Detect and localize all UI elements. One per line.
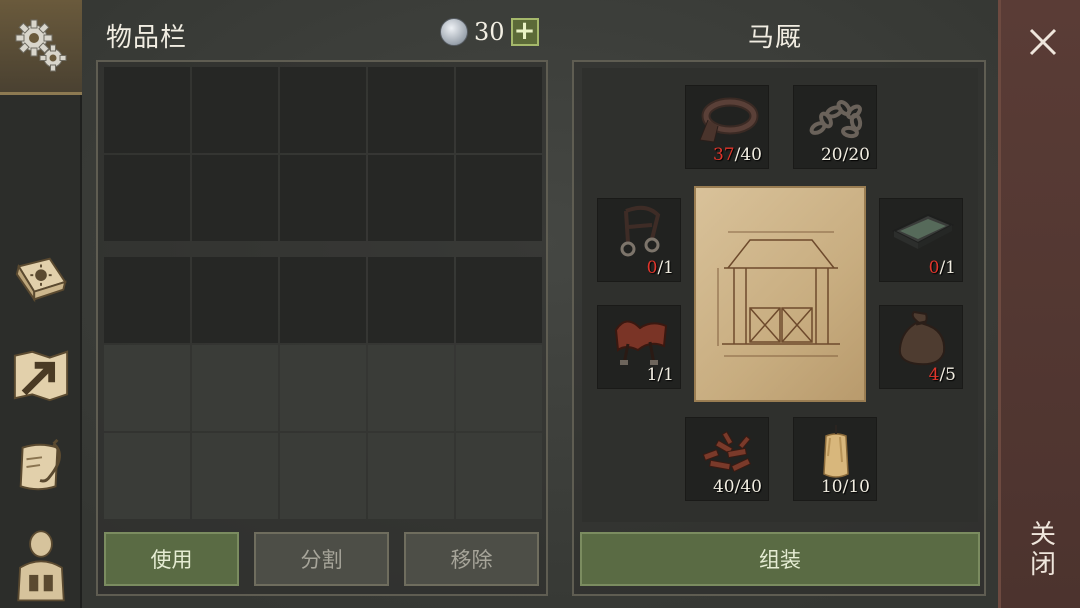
scrap-pile-icon (702, 431, 752, 473)
sidebar-item-map[interactable] (0, 340, 82, 410)
bridle-icon (620, 205, 661, 257)
inventory-slot-locked (104, 433, 190, 519)
ingredient-count: 0/1 (928, 258, 956, 278)
ingredient-slot-candle[interactable]: 10/10 (793, 417, 877, 501)
journal-book-icon (11, 250, 71, 310)
ingredient-slot-saddle[interactable]: 1/1 (597, 305, 681, 389)
currency-value: 30 (474, 18, 505, 46)
inventory-slot[interactable] (280, 257, 366, 343)
close-label: 关闭 (1029, 520, 1056, 580)
silver-coin-icon (440, 18, 468, 46)
inventory-slot-locked (280, 345, 366, 431)
inventory-slot[interactable] (192, 257, 278, 343)
stable-blueprint-drawing (717, 231, 840, 357)
inventory-slot[interactable] (104, 67, 190, 153)
inventory-slot[interactable] (368, 67, 454, 153)
settings-gears-icon (11, 16, 71, 76)
ingredient-count: 1/1 (646, 365, 674, 385)
leather-strap-icon (699, 97, 759, 143)
add-currency-button[interactable]: + (510, 18, 539, 46)
ingredient-count: 20/20 (820, 145, 870, 165)
inventory-slot-locked (192, 433, 278, 519)
sidebar-item-quests[interactable] (0, 432, 82, 502)
inventory-grid-backpack (104, 257, 542, 519)
ingredient-count: 4/5 (928, 365, 956, 385)
trough-icon (891, 213, 955, 249)
sidebar (0, 0, 82, 608)
stable-blueprint-image (694, 186, 866, 402)
inventory-slot-locked (456, 433, 542, 519)
quest-scroll-icon (11, 437, 71, 497)
sidebar-item-settings[interactable] (0, 0, 82, 95)
ingredient-count: 10/10 (820, 477, 870, 497)
ingredient-count: 40/40 (712, 477, 762, 497)
split-button[interactable]: 分割 (254, 532, 389, 586)
ingredient-slot-scrap[interactable]: 40/40 (685, 417, 769, 501)
sack-icon (898, 310, 946, 366)
sidebar-item-journal[interactable] (0, 245, 82, 315)
inventory-grid-primary (104, 67, 542, 241)
use-button[interactable]: 使用 (104, 532, 239, 586)
character-backpack-icon (11, 530, 71, 602)
ingredient-slot-sack[interactable]: 4/5 (879, 305, 963, 389)
remove-button[interactable]: 移除 (404, 532, 539, 586)
inventory-slot[interactable] (192, 155, 278, 241)
inventory-slot[interactable] (104, 155, 190, 241)
inventory-slot[interactable] (280, 155, 366, 241)
sidebar-item-character[interactable] (0, 520, 82, 608)
inventory-slot-locked (368, 345, 454, 431)
close-icon[interactable] (1023, 22, 1063, 62)
ingredient-count: 37/40 (712, 145, 762, 165)
crafting-title: 马厩 (748, 23, 803, 53)
inventory-slot[interactable] (456, 257, 542, 343)
inventory-slot-locked (280, 433, 366, 519)
inventory-slot[interactable] (456, 155, 542, 241)
assemble-button[interactable]: 组装 (580, 532, 980, 586)
saddle-icon (614, 320, 668, 365)
ingredient-slot-leather-strap[interactable]: 37/40 (685, 85, 769, 169)
inventory-slot-locked (104, 345, 190, 431)
ingredient-slot-trough[interactable]: 0/1 (879, 198, 963, 282)
close-panel[interactable]: 关闭 (998, 0, 1080, 608)
currency-display: 30 + (440, 18, 539, 46)
inventory-slot[interactable] (456, 67, 542, 153)
inventory-slot-locked (368, 433, 454, 519)
inventory-slot[interactable] (368, 257, 454, 343)
inventory-slot[interactable] (104, 257, 190, 343)
chain-icon (809, 100, 863, 139)
ingredient-slot-chain[interactable]: 20/20 (793, 85, 877, 169)
map-arrow-icon (11, 345, 71, 405)
inventory-slot-locked (192, 345, 278, 431)
candle-icon (823, 425, 849, 478)
inventory-slot[interactable] (280, 67, 366, 153)
inventory-title: 物品栏 (106, 23, 188, 53)
inventory-slot[interactable] (192, 67, 278, 153)
inventory-slot[interactable] (368, 155, 454, 241)
ingredient-slot-bridle[interactable]: 0/1 (597, 198, 681, 282)
inventory-slot-locked (456, 345, 542, 431)
ingredient-count: 0/1 (646, 258, 674, 278)
